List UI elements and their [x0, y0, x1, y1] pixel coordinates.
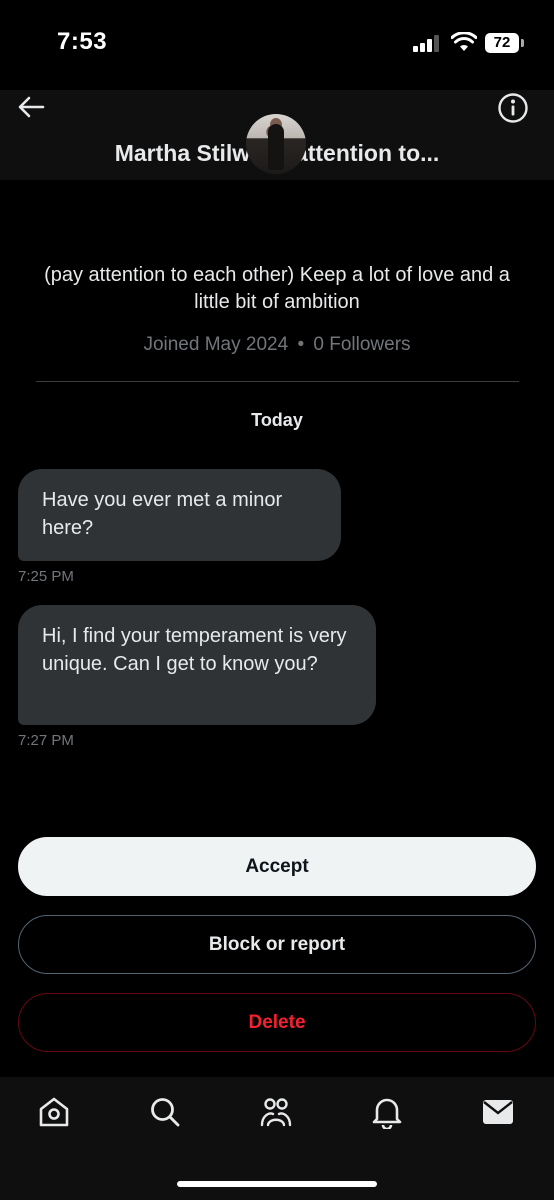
message-bubble[interactable]: Hi, I find your temperament is very uniq… [18, 605, 376, 725]
block-or-report-button[interactable]: Block or report [18, 915, 536, 974]
profile-meta: Joined May 2024 • 0 Followers [0, 334, 554, 356]
home-indicator [177, 1181, 377, 1187]
message-timestamp: 7:27 PM [18, 732, 74, 749]
info-icon[interactable] [497, 92, 529, 124]
meta-separator: • [297, 334, 305, 355]
status-time: 7:53 [57, 28, 108, 55]
notifications-icon[interactable] [370, 1095, 404, 1129]
accept-button[interactable]: Accept [18, 837, 536, 896]
messages-icon[interactable] [481, 1095, 515, 1129]
signal-icon [413, 34, 441, 52]
joined-date: Joined May 2024 [143, 334, 289, 355]
date-separator: Today [251, 410, 303, 430]
wifi-icon [451, 32, 477, 51]
back-arrow-icon[interactable] [16, 92, 46, 122]
communities-icon[interactable] [259, 1095, 293, 1129]
followers-count[interactable]: 0 Followers [313, 334, 410, 355]
home-icon[interactable] [37, 1095, 71, 1129]
message-bubble[interactable]: Have you ever met a minor here? [18, 469, 341, 561]
avatar[interactable] [246, 114, 306, 174]
profile-bio: (pay attention to each other) Keep a lot… [44, 264, 510, 313]
search-icon[interactable] [148, 1095, 182, 1129]
battery-icon: 72 [485, 33, 519, 53]
message-timestamp: 7:25 PM [18, 568, 74, 585]
battery-tip [521, 39, 524, 47]
delete-button[interactable]: Delete [18, 993, 536, 1052]
divider [36, 381, 519, 382]
